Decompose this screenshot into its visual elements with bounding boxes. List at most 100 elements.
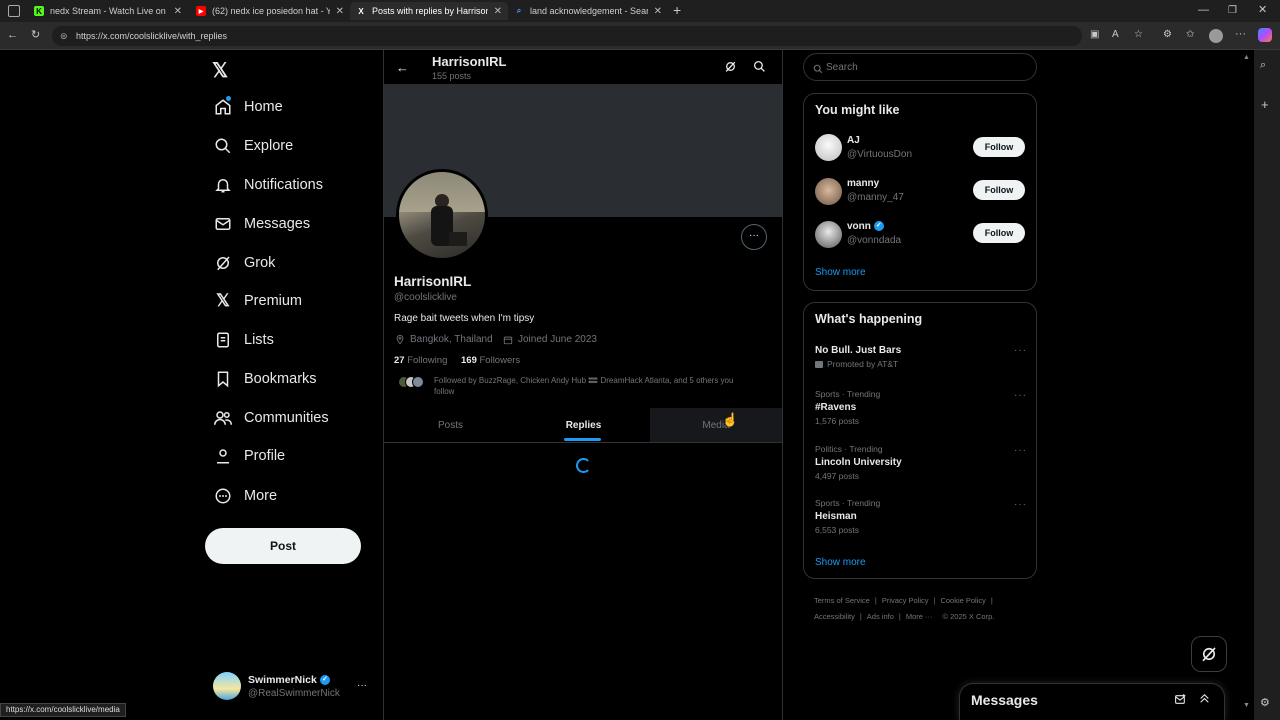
- x-logo-icon: 𝕏: [216, 291, 230, 310]
- settings-more-icon[interactable]: ···: [1235, 27, 1246, 41]
- user-name[interactable]: vonn ✓: [847, 221, 884, 232]
- site-info-icon[interactable]: ⊜: [60, 26, 68, 46]
- reload-icon[interactable]: ↻: [31, 28, 40, 42]
- new-tab-icon[interactable]: +: [673, 3, 681, 17]
- account-more-icon[interactable]: ···: [357, 680, 367, 691]
- follow-button[interactable]: Follow: [973, 137, 1025, 157]
- trend-meta: 4,497 posts: [815, 471, 859, 481]
- favorites-icon[interactable]: ✩: [1186, 28, 1194, 42]
- user-avatar[interactable]: [815, 178, 842, 205]
- sidebar-search-icon[interactable]: ⌕: [1260, 58, 1266, 72]
- window-close-icon[interactable]: ✕: [1258, 3, 1267, 17]
- favorite-icon[interactable]: ☆: [1134, 28, 1143, 42]
- follow-button[interactable]: Follow: [973, 180, 1025, 200]
- expand-icon[interactable]: [1198, 692, 1211, 710]
- nav-grok[interactable]: Grok: [212, 250, 275, 276]
- footer-link[interactable]: Terms of Service: [814, 596, 870, 605]
- trend-item[interactable]: No Bull. Just Bars Promoted by AT&T: [815, 345, 901, 369]
- browser-tab-search[interactable]: ⌕ land acknowledgement - Search ✕: [508, 2, 668, 20]
- copilot-icon[interactable]: [1258, 28, 1272, 42]
- maximize-icon[interactable]: ❐: [1228, 4, 1237, 18]
- nav-bookmarks[interactable]: Bookmarks: [212, 366, 317, 392]
- nav-profile[interactable]: Profile: [212, 443, 285, 469]
- nav-lists[interactable]: Lists: [212, 327, 274, 353]
- app-icon[interactable]: ▣: [1090, 28, 1099, 42]
- account-name[interactable]: SwimmerNick ✓: [248, 674, 330, 686]
- footer-link[interactable]: More ···: [906, 612, 933, 621]
- minimize-icon[interactable]: —: [1198, 3, 1209, 17]
- following-link[interactable]: 27 Following: [394, 355, 447, 366]
- trend-more-icon[interactable]: ···: [1014, 445, 1027, 456]
- browser-tab-youtube[interactable]: ▶ (62) nedx ice posiedon hat - YouT ✕: [190, 2, 350, 20]
- nav-label: Explore: [244, 138, 294, 154]
- verified-badge-icon: ✓: [319, 675, 330, 686]
- sidebar-settings-icon[interactable]: ⚙: [1260, 696, 1270, 710]
- trend-more-icon[interactable]: ···: [1014, 390, 1027, 401]
- read-aloud-icon[interactable]: A: [1112, 28, 1119, 42]
- x-logo-icon[interactable]: 𝕏: [212, 58, 228, 83]
- page-scrollbar[interactable]: ▲ ▼: [1240, 50, 1254, 720]
- browser-profile-avatar[interactable]: [1209, 29, 1223, 43]
- search-input[interactable]: [826, 59, 1026, 75]
- footer-link[interactable]: Accessibility: [814, 612, 855, 621]
- close-icon[interactable]: ✕: [336, 6, 344, 17]
- extensions-icon[interactable]: ⚙: [1163, 28, 1172, 42]
- profile-avatar[interactable]: [396, 169, 488, 261]
- trend-item[interactable]: Politics · Trending Lincoln University 4…: [815, 444, 902, 481]
- post-button[interactable]: Post: [205, 528, 361, 564]
- followed-by-text[interactable]: Followed by BuzzRage, Chicken Andy Hub 🟰…: [434, 375, 774, 397]
- follow-button[interactable]: Follow: [973, 223, 1025, 243]
- nav-communities[interactable]: Communities: [212, 405, 329, 431]
- tab-media[interactable]: Media: [650, 408, 782, 442]
- account-avatar[interactable]: [213, 672, 241, 700]
- nav-notifications[interactable]: Notifications: [212, 172, 323, 198]
- back-arrow-icon[interactable]: ←: [396, 60, 409, 75]
- followers-link[interactable]: 169 Followers: [461, 355, 520, 366]
- sidebar-add-icon[interactable]: +: [1261, 98, 1269, 112]
- footer-link[interactable]: Cookie Policy: [940, 596, 985, 605]
- scroll-down-icon[interactable]: ▼: [1243, 702, 1250, 709]
- nav-messages[interactable]: Messages: [212, 211, 310, 237]
- user-avatar[interactable]: [815, 221, 842, 248]
- home-icon: [212, 96, 234, 118]
- tab-replies[interactable]: Replies: [517, 408, 650, 442]
- new-message-icon[interactable]: [1174, 693, 1187, 711]
- close-icon[interactable]: ✕: [654, 6, 662, 17]
- tab-actions-icon[interactable]: [8, 5, 20, 17]
- nav-explore[interactable]: Explore: [212, 133, 293, 159]
- profile-more-button[interactable]: ···: [741, 224, 767, 250]
- trend-item[interactable]: Sports · Trending #Ravens 1,576 posts: [815, 389, 880, 426]
- close-icon[interactable]: ✕: [494, 6, 502, 17]
- trend-context: Politics · Trending: [815, 444, 883, 454]
- trend-title: Lincoln University: [815, 457, 902, 468]
- grok-icon[interactable]: [724, 60, 737, 78]
- user-avatar[interactable]: [815, 134, 842, 161]
- show-more-link[interactable]: Show more: [815, 267, 866, 278]
- url-field[interactable]: ⊜ https://x.com/coolslicklive/with_repli…: [52, 26, 1082, 46]
- nav-label: Communities: [244, 410, 329, 426]
- show-more-link[interactable]: Show more: [815, 557, 866, 568]
- nav-more[interactable]: More: [212, 483, 277, 509]
- browser-tab-kick[interactable]: K nedx Stream - Watch Live on Kick ✕: [28, 2, 188, 20]
- nav-premium[interactable]: 𝕏 Premium: [212, 288, 302, 314]
- nav-home[interactable]: Home: [212, 94, 283, 120]
- footer-link[interactable]: Ads info: [867, 612, 894, 621]
- trend-context: Sports · Trending: [815, 498, 881, 508]
- tab-posts[interactable]: Posts: [384, 408, 517, 442]
- grok-float-button[interactable]: [1191, 636, 1227, 672]
- search-icon: ⌕: [516, 6, 522, 15]
- scroll-up-icon[interactable]: ▲: [1243, 54, 1250, 61]
- messages-drawer[interactable]: Messages: [959, 683, 1225, 720]
- trend-more-icon[interactable]: ···: [1014, 345, 1027, 356]
- user-name[interactable]: manny: [847, 178, 879, 189]
- trend-more-icon[interactable]: ···: [1014, 499, 1027, 510]
- search-box[interactable]: [803, 53, 1037, 81]
- browser-tab-x[interactable]: X Posts with replies by HarrisonIRL ✕: [350, 2, 508, 20]
- search-icon[interactable]: [753, 60, 766, 78]
- back-icon[interactable]: ←: [7, 28, 18, 42]
- close-icon[interactable]: ✕: [174, 6, 182, 17]
- user-name[interactable]: AJ: [847, 135, 860, 146]
- search-icon: [813, 61, 823, 79]
- trend-item[interactable]: Sports · Trending Heisman 6,553 posts: [815, 498, 880, 535]
- footer-link[interactable]: Privacy Policy: [882, 596, 929, 605]
